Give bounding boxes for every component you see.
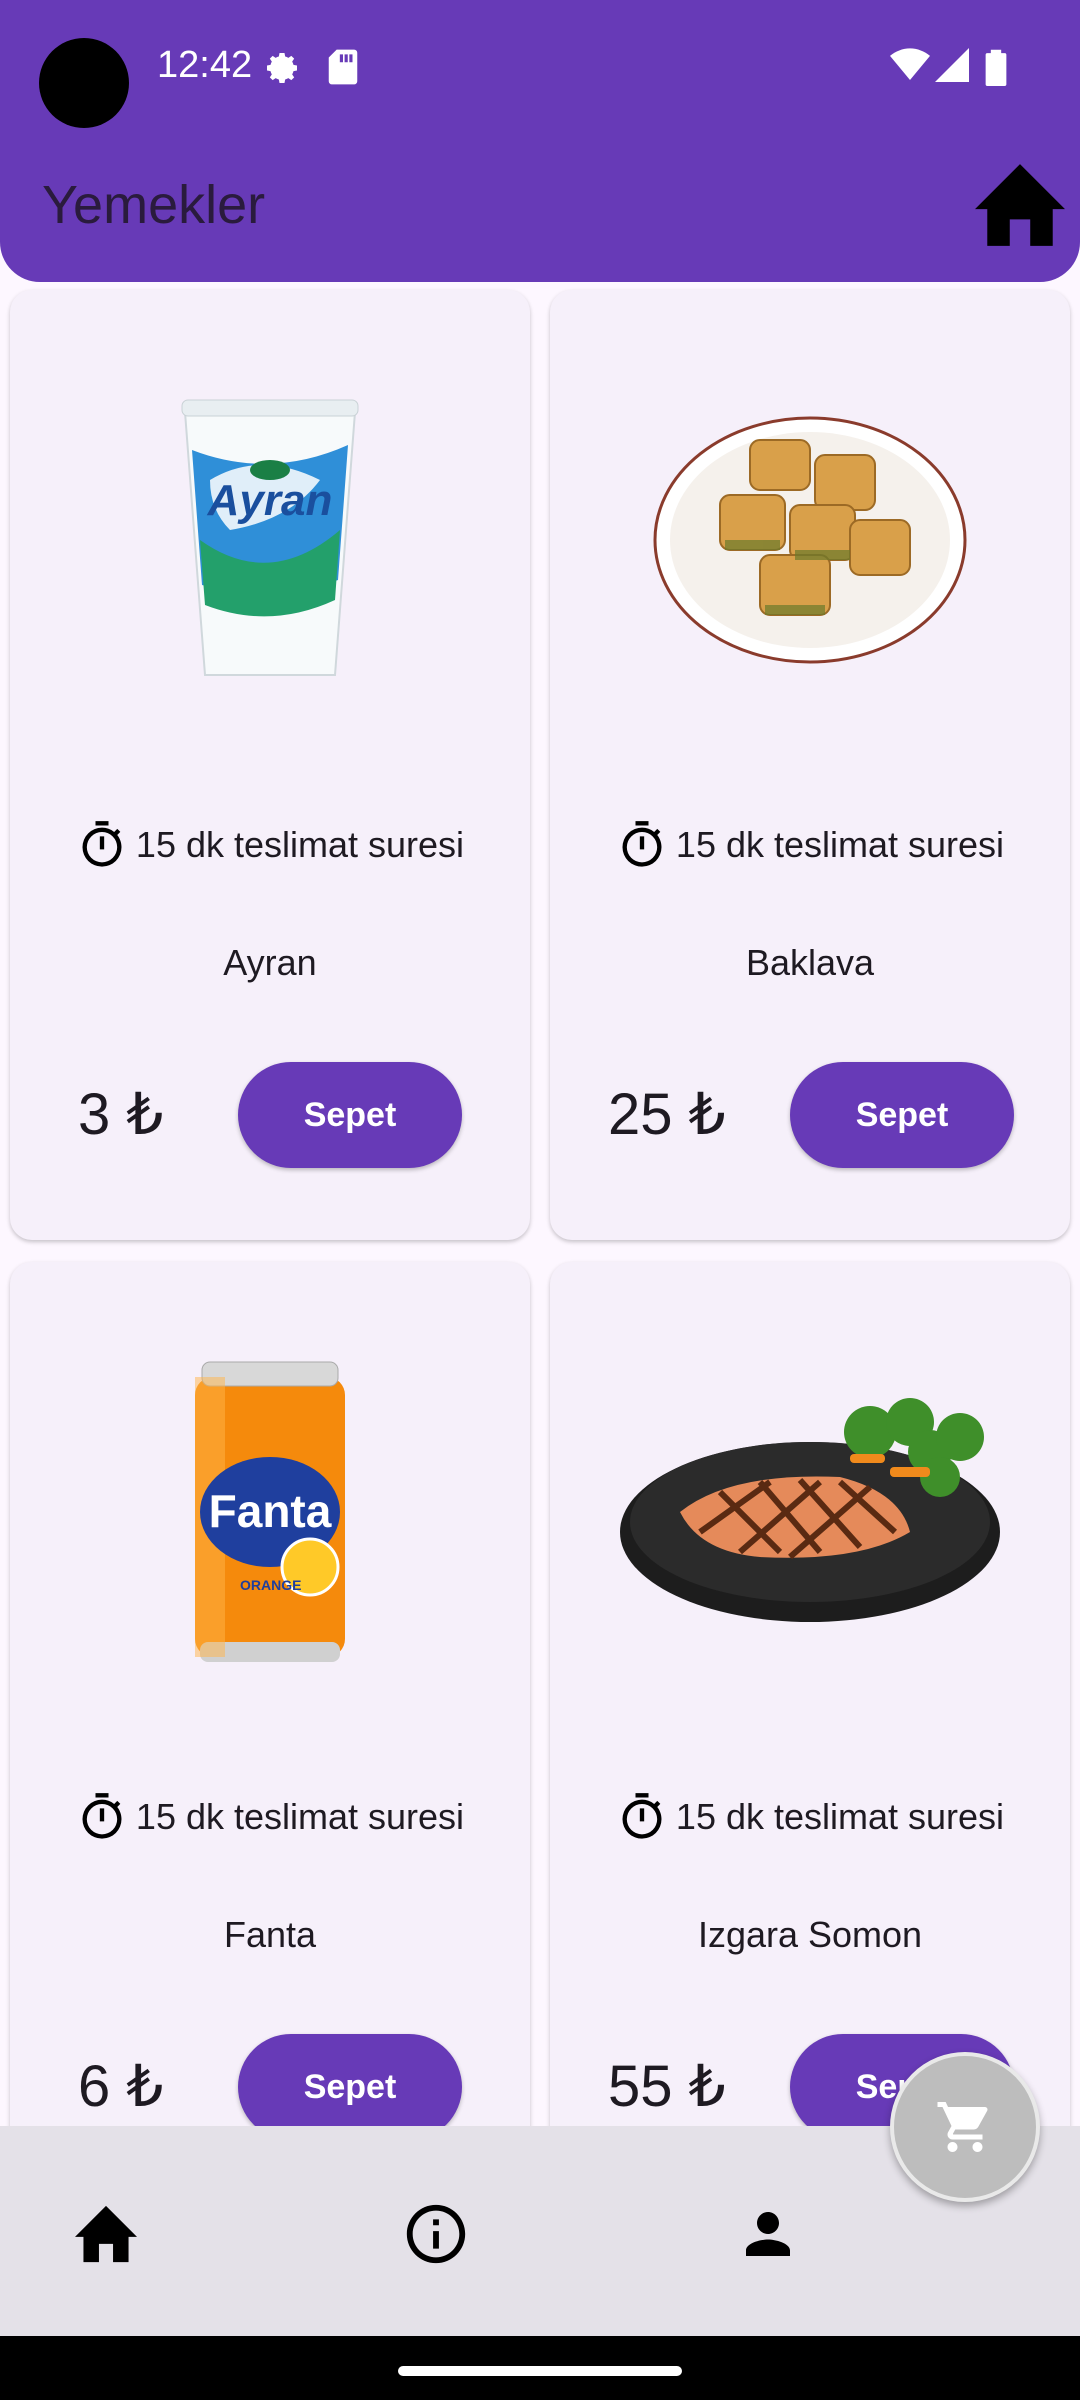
add-to-cart-button[interactable]: Sepet (790, 1062, 1014, 1168)
svg-text:Fanta: Fanta (209, 1485, 332, 1537)
product-name: Baklava (745, 942, 875, 983)
nav-home[interactable] (66, 2194, 146, 2274)
nav-info[interactable] (396, 2194, 476, 2274)
delivery-text: 15 dk teslimat suresi (135, 1796, 465, 1837)
product-name: Ayran (223, 942, 317, 983)
timer-icon (82, 821, 122, 867)
app-root: 12:42 Yemekler Ayran 15 dk teslimat sure… (0, 0, 1080, 2400)
product-image (550, 1342, 1070, 1682)
svg-text:ORANGE: ORANGE (240, 1577, 301, 1593)
delivery-time: 15 dk teslimat suresi (10, 815, 530, 875)
person-icon (746, 2212, 790, 2256)
product-price: 6 ₺ (78, 2054, 164, 2119)
ayran-cup-image: Ayran (181, 399, 359, 676)
product-name: Izgara Somon (697, 1914, 923, 1955)
product-card[interactable]: Fanta ORANGE 15 dk teslimat suresi Fanta… (10, 1262, 530, 2212)
delivery-text: 15 dk teslimat suresi (675, 1796, 1005, 1837)
delivery-time: 15 dk teslimat suresi (550, 815, 1070, 875)
product-image: Ayran (10, 370, 530, 710)
timer-icon (622, 1793, 662, 1839)
product-card[interactable]: Ayran 15 dk teslimat suresi Ayran 3 ₺ Se… (10, 290, 530, 1240)
gesture-handle[interactable] (398, 2366, 682, 2376)
cart-fab[interactable] (890, 2052, 1040, 2202)
cart-icon (937, 2102, 988, 2152)
page-title: Yemekler (42, 175, 266, 235)
product-name: Fanta (223, 1914, 317, 1955)
sd-card-icon (328, 49, 358, 85)
system-gesture-bar (0, 2336, 1080, 2400)
delivery-time: 15 dk teslimat suresi (10, 1787, 530, 1847)
grilled-salmon-image (620, 1398, 1000, 1622)
camera-cutout (39, 38, 129, 128)
product-card[interactable]: 15 dk teslimat suresi Baklava 25 ₺ Sepet (550, 290, 1070, 1240)
add-to-cart-button[interactable]: Sepet (238, 2034, 462, 2140)
delivery-text: 15 dk teslimat suresi (675, 824, 1005, 865)
product-price: 25 ₺ (608, 1082, 726, 1147)
product-price: 3 ₺ (78, 1082, 164, 1147)
product-image (550, 370, 1070, 710)
signal-icon (935, 48, 969, 82)
home-icon (75, 2205, 137, 2263)
wifi-icon (890, 48, 930, 80)
add-to-cart-button[interactable]: Sepet (238, 1062, 462, 1168)
timer-icon (82, 1793, 122, 1839)
info-icon (406, 2204, 466, 2264)
svg-text:Ayran: Ayran (207, 476, 333, 525)
baklava-plate-image (653, 416, 967, 664)
home-icon[interactable] (970, 160, 1070, 250)
app-header: 12:42 Yemekler (0, 0, 1080, 282)
delivery-time: 15 dk teslimat suresi (550, 1787, 1070, 1847)
status-time: 12:42 (157, 44, 253, 86)
product-image: Fanta ORANGE (10, 1342, 530, 1682)
fanta-can-image: Fanta ORANGE (195, 1361, 345, 1662)
product-price: 55 ₺ (608, 2054, 726, 2119)
settings-gear-icon (267, 53, 297, 83)
battery-icon (985, 49, 1007, 86)
nav-profile[interactable] (728, 2194, 808, 2274)
timer-icon (622, 821, 662, 867)
status-bar: 12:42 (0, 0, 1080, 130)
delivery-text: 15 dk teslimat suresi (135, 824, 465, 865)
